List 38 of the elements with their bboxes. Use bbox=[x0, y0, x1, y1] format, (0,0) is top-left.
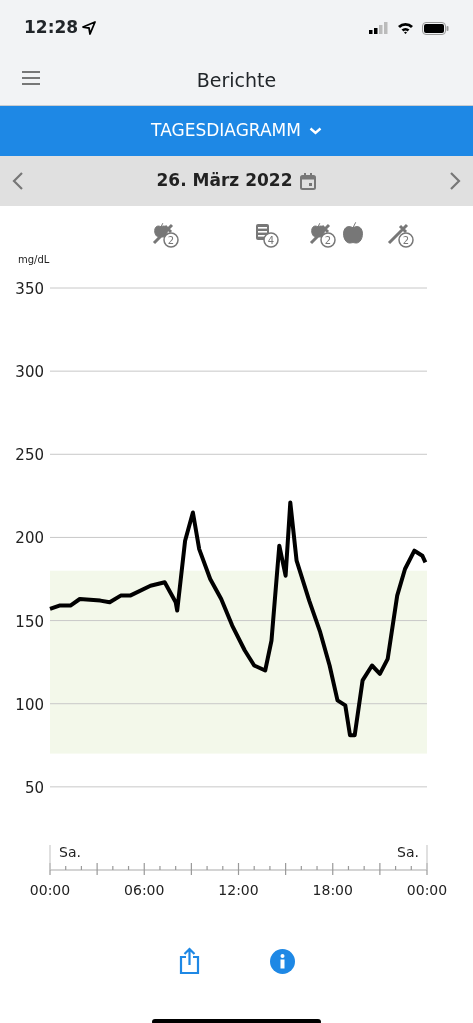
calendar-icon[interactable] bbox=[300, 172, 317, 190]
info-button[interactable] bbox=[269, 948, 295, 974]
note-icon[interactable] bbox=[256, 224, 279, 248]
chevron-right-icon bbox=[449, 171, 461, 191]
apple-icon[interactable] bbox=[343, 221, 363, 244]
day-label: Sa. bbox=[397, 844, 419, 860]
location-icon bbox=[82, 21, 97, 35]
chevron-down-icon bbox=[308, 127, 322, 135]
x-axis-label: 18:00 bbox=[312, 882, 353, 898]
chevron-left-icon bbox=[12, 171, 24, 191]
y-axis-label: 350 bbox=[15, 280, 44, 298]
x-axis-label: 00:00 bbox=[29, 882, 71, 898]
y-axis-label: 50 bbox=[24, 778, 44, 797]
event-count: 2 bbox=[324, 235, 332, 246]
wifi-icon bbox=[397, 22, 414, 34]
battery-icon bbox=[422, 21, 449, 35]
y-axis-label: 300 bbox=[15, 363, 44, 382]
event-count: 4 bbox=[267, 235, 275, 246]
insulin-food-icon[interactable] bbox=[152, 222, 179, 248]
signal-icon bbox=[369, 22, 389, 34]
y-axis-label: 250 bbox=[15, 446, 44, 465]
y-axis-label: 100 bbox=[15, 695, 44, 714]
x-axis-label: 00:00 bbox=[406, 882, 448, 898]
unit-label: mg/dL bbox=[18, 254, 50, 265]
status-time: 12:28 bbox=[24, 16, 79, 40]
y-axis-label: 150 bbox=[15, 612, 44, 631]
syringe-icon[interactable] bbox=[387, 223, 414, 248]
day-label: Sa. bbox=[59, 844, 81, 860]
page-title: Berichte bbox=[196, 68, 277, 94]
x-axis-label: 06:00 bbox=[124, 882, 165, 898]
x-axis-label: 12:00 bbox=[218, 882, 259, 898]
menu-button[interactable] bbox=[22, 71, 40, 85]
event-count: 2 bbox=[402, 235, 410, 246]
share-button[interactable] bbox=[178, 947, 200, 975]
event-count: 2 bbox=[167, 235, 175, 246]
date-label: 26. März 2022 bbox=[156, 169, 293, 193]
y-axis-label: 200 bbox=[15, 529, 44, 548]
insulin-food-icon[interactable] bbox=[309, 222, 336, 248]
